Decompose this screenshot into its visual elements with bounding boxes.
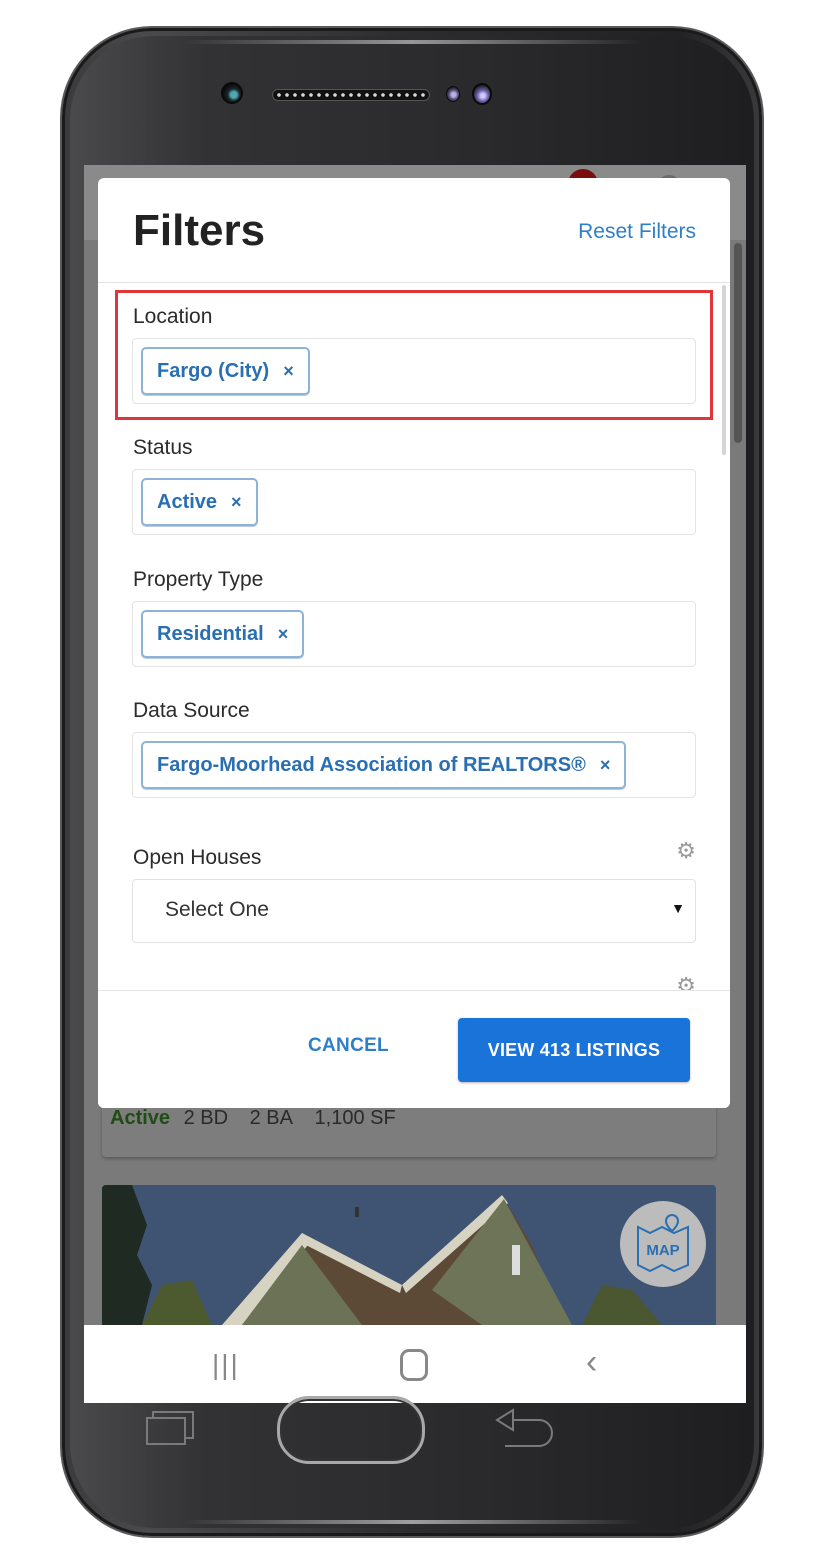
bezel-highlight: [182, 40, 642, 44]
remove-property-type-tag-icon[interactable]: ×: [278, 624, 289, 645]
reset-filters-link[interactable]: Reset Filters: [578, 220, 696, 244]
gear-icon[interactable]: ⚙: [676, 838, 696, 864]
property-type-label: Property Type: [133, 568, 264, 591]
map-button-label: MAP: [646, 1242, 679, 1259]
location-tag: Fargo (City) ×: [141, 347, 310, 395]
iris-sensor-icon: [472, 83, 492, 105]
remove-status-tag-icon[interactable]: ×: [231, 492, 242, 513]
data-source-tag-label: Fargo-Moorhead Association of REALTORS®: [157, 753, 586, 776]
listing-meta: Active 2 BD 2 BA 1,100 SF: [110, 1107, 412, 1130]
map-view-button[interactable]: MAP: [620, 1201, 706, 1287]
data-source-input[interactable]: Fargo-Moorhead Association of REALTORS® …: [132, 732, 696, 798]
hardware-home-button[interactable]: [277, 1396, 425, 1464]
gear-icon[interactable]: ⚙: [676, 973, 696, 990]
status-tag-label: Active: [157, 490, 218, 513]
data-source-label: Data Source: [133, 699, 250, 722]
speaker-grille-icon: [272, 89, 430, 101]
location-input[interactable]: Fargo (City) ×: [132, 338, 696, 404]
front-camera-icon: [221, 82, 243, 104]
listing-baths: 2 BA: [249, 1107, 293, 1129]
status-tag: Active ×: [141, 478, 258, 526]
modal-body: Location Fargo (City) × Status Active × …: [98, 283, 730, 990]
listing-sqft: 1,100 SF: [314, 1107, 396, 1129]
property-type-input[interactable]: Residential ×: [132, 601, 696, 667]
modal-header: Filters Reset Filters: [98, 178, 730, 283]
modal-footer: CANCEL VIEW 413 LISTINGS: [98, 990, 730, 1108]
property-type-tag: Residential ×: [141, 610, 305, 658]
chevron-down-icon: ▼: [671, 900, 685, 916]
recent-apps-icon[interactable]: |||: [212, 1349, 240, 1381]
listing-status: Active: [110, 1107, 171, 1129]
hardware-back-icon[interactable]: [495, 1408, 555, 1448]
bezel-highlight: [182, 1520, 642, 1524]
open-houses-label: Open Houses: [133, 846, 262, 869]
open-houses-select[interactable]: Select One ▼: [132, 879, 696, 943]
location-tag-label: Fargo (City): [157, 359, 270, 382]
location-label: Location: [133, 305, 213, 328]
view-listings-button[interactable]: VIEW 413 LISTINGS: [458, 1018, 690, 1082]
page-scrollbar[interactable]: [734, 243, 742, 443]
map-icon: MAP: [637, 1213, 689, 1273]
system-nav-bar: ||| ‹: [84, 1325, 746, 1403]
cancel-button[interactable]: CANCEL: [308, 1035, 389, 1057]
property-type-tag-label: Residential: [157, 622, 264, 645]
phone-screen: Active 2 BD 2 BA 1,100 SF MAP Filters Re…: [84, 165, 746, 1403]
open-houses-selected: Select One: [165, 898, 269, 921]
remove-location-tag-icon[interactable]: ×: [283, 361, 294, 382]
home-icon[interactable]: [400, 1349, 428, 1381]
modal-title: Filters: [133, 206, 266, 255]
modal-scrollbar[interactable]: [722, 285, 726, 455]
data-source-tag: Fargo-Moorhead Association of REALTORS® …: [141, 741, 627, 789]
remove-data-source-tag-icon[interactable]: ×: [600, 755, 611, 776]
status-input[interactable]: Active ×: [132, 469, 696, 535]
hardware-recent-icon[interactable]: [145, 1410, 195, 1446]
filters-modal: Filters Reset Filters Location Fargo (Ci…: [98, 178, 730, 1108]
back-icon[interactable]: ‹: [586, 1343, 597, 1382]
listing-beds: 2 BD: [183, 1107, 229, 1129]
status-label: Status: [133, 436, 193, 459]
proximity-sensor-icon: [446, 86, 460, 102]
